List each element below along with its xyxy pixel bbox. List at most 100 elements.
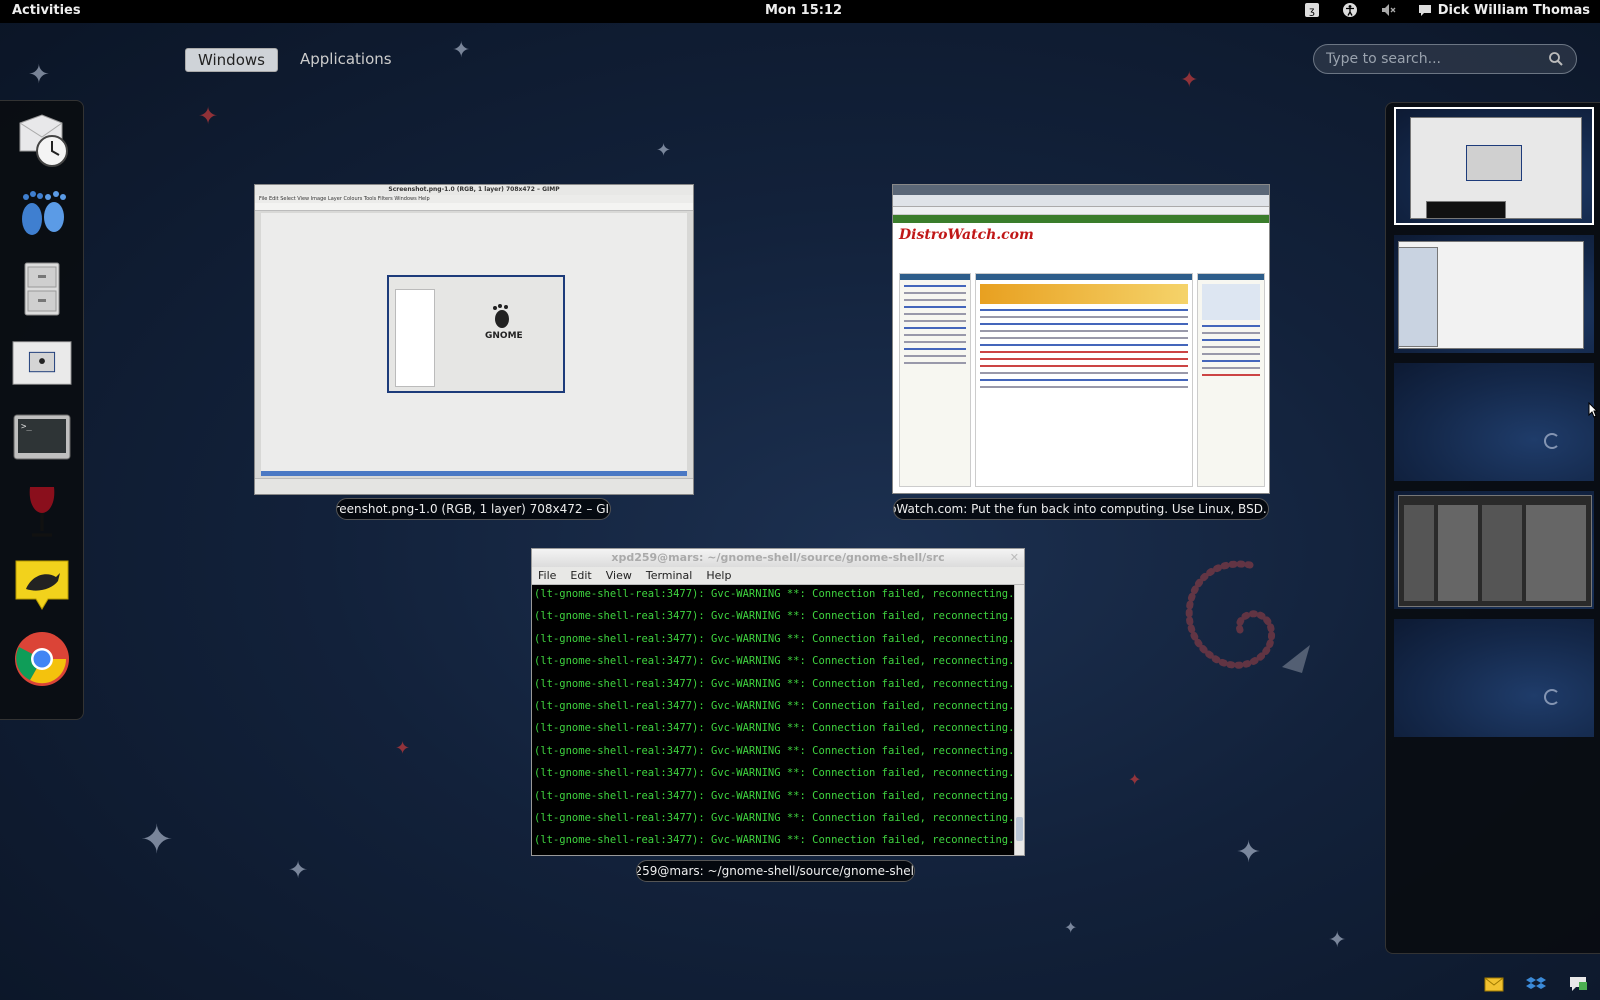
dash: >_ [0, 100, 84, 720]
terminal-menu-help[interactable]: Help [706, 569, 731, 582]
gimp-image-sidebar [395, 289, 435, 387]
gimp-menubar: File Edit Select View Image Layer Colour… [255, 195, 693, 203]
terminal-line: (lt-gnome-shell-real:3477): Gvc-WARNING … [534, 699, 1014, 712]
bird-twitter-icon [15, 560, 68, 610]
star-decoration: ✦ [452, 38, 471, 63]
clock[interactable]: Mon 15:12 [765, 3, 842, 18]
tab-windows[interactable]: Windows [185, 48, 278, 72]
distrowatch-left-column [899, 273, 971, 487]
workspace-5[interactable] [1394, 619, 1594, 737]
terminal-menubar: File Edit View Terminal Help [532, 567, 1024, 585]
distrowatch-right-column [1197, 273, 1265, 487]
star-decoration: ✦ [395, 738, 411, 759]
close-icon[interactable]: ✕ [1010, 549, 1019, 567]
browser-bookmarks-bar [893, 207, 1269, 215]
user-menu[interactable]: Dick William Thomas [1418, 3, 1590, 18]
star-decoration: ✦ [1128, 770, 1142, 789]
terminal-line: (lt-gnome-shell-real:3477): Gvc-WARNING … [534, 632, 1014, 645]
workspace-1[interactable] [1394, 107, 1594, 225]
view-selector: Windows Applications [185, 48, 404, 72]
star-decoration: ✦ [1236, 835, 1262, 870]
wine-launcher[interactable] [12, 481, 72, 541]
terminal-menu-terminal[interactable]: Terminal [646, 569, 693, 582]
terminal-scrollbar[interactable] [1014, 585, 1024, 855]
dropbox-icon[interactable] [1526, 974, 1546, 994]
empathy-launcher[interactable] [12, 185, 72, 245]
mouse-pointer-icon [1588, 402, 1598, 418]
gimp-window-thumb-icon [11, 341, 72, 385]
message-tray [1484, 974, 1588, 994]
svg-text:ʒ: ʒ [1309, 6, 1315, 17]
gimp-window-launcher[interactable] [11, 333, 72, 393]
files-launcher[interactable] [12, 259, 72, 319]
terminal-line: (lt-gnome-shell-real:3477): Gvc-WARNING … [534, 811, 1014, 824]
search-input[interactable] [1326, 51, 1548, 67]
chat-bubble-icon [1418, 5, 1431, 16]
window-thumbnail-gimp[interactable]: Screenshot.png-1.0 (RGB, 1 layer) 708x47… [254, 184, 694, 495]
terminal-title: xpd259@mars: ~/gnome-shell/source/gnome-… [611, 551, 945, 564]
window-thumbnail-distrowatch[interactable]: DistroWatch.com [892, 184, 1270, 494]
terminal-menu-file[interactable]: File [538, 569, 556, 582]
accessibility-icon[interactable] [1342, 2, 1358, 18]
gimp-scrollbar [261, 471, 687, 476]
keyboard-layout-icon[interactable]: ʒ [1304, 2, 1320, 18]
terminal-menu-view[interactable]: View [606, 569, 632, 582]
chrome-launcher[interactable] [12, 629, 72, 689]
debian-swirl-decoration [1185, 560, 1310, 673]
twitter-client-launcher[interactable] [12, 555, 72, 615]
workspace-2[interactable] [1394, 235, 1594, 353]
workspace-3[interactable] [1394, 363, 1594, 481]
terminal-line: (lt-gnome-shell-real:3477): Gvc-WARNING … [534, 655, 1014, 668]
window-caption-terminal[interactable]: xpd259@mars: ~/gnome-shell/source/gnome-… [636, 860, 915, 882]
file-cabinet-icon [24, 262, 59, 316]
system-tray: ʒ Dick William Thomas [1304, 2, 1590, 18]
volume-muted-icon[interactable] [1380, 2, 1396, 18]
distrowatch-brand: DistroWatch.com [899, 227, 1034, 243]
star-decoration: ✦ [1064, 918, 1078, 937]
terminal-line: (lt-gnome-shell-real:3477): Gvc-WARNING … [534, 767, 1014, 780]
gimp-ruler [255, 203, 693, 211]
terminal-icon: >_ [13, 414, 70, 460]
window-caption-distrowatch[interactable]: DistroWatch.com: Put the fun back into c… [893, 498, 1269, 520]
activities-button[interactable]: Activities [12, 3, 81, 18]
wine-glass-icon [29, 487, 54, 537]
terminal-menu-edit[interactable]: Edit [570, 569, 591, 582]
window-caption-gimp[interactable]: Screenshot.png-1.0 (RGB, 1 layer) 708x47… [336, 498, 611, 520]
distrowatch-main-column [975, 273, 1193, 487]
chat-notification-icon[interactable] [1568, 974, 1588, 994]
gimp-statusbar [255, 478, 693, 494]
workspace-4[interactable] [1394, 491, 1594, 609]
user-name: Dick William Thomas [1437, 2, 1590, 18]
workspace-switcher [1385, 102, 1600, 954]
terminal-line: (lt-gnome-shell-real:3477): Gvc-WARNING … [534, 588, 1014, 600]
gnome-foot-icon [493, 304, 509, 328]
gnome-label: GNOME [485, 331, 523, 341]
terminal-line: (lt-gnome-shell-real:3477): Gvc-WARNING … [534, 610, 1014, 623]
star-decoration: ✦ [1328, 928, 1347, 953]
star-decoration: ✦ [28, 60, 50, 90]
star-decoration: ✦ [140, 817, 174, 863]
terminal-output: (lt-gnome-shell-real:3477): Gvc-WARNING … [532, 585, 1014, 855]
empathy-footprints-icon [21, 191, 66, 235]
search-box[interactable] [1313, 44, 1577, 74]
gimp-canvas: GNOME [261, 213, 687, 476]
tab-applications[interactable]: Applications [288, 48, 404, 72]
window-thumbnail-terminal[interactable]: xpd259@mars: ~/gnome-shell/source/gnome-… [531, 548, 1025, 856]
terminal-launcher[interactable]: >_ [12, 407, 72, 467]
star-decoration: ✦ [1180, 68, 1199, 93]
terminal-line: (lt-gnome-shell-real:3477): Gvc-WARNING … [534, 834, 1014, 847]
top-bar: Activities Mon 15:12 ʒ Dick William Thom… [0, 0, 1600, 23]
browser-tab-strip [893, 185, 1269, 195]
star-decoration: ✦ [198, 102, 219, 130]
browser-address-bar [893, 195, 1269, 207]
search-icon[interactable] [1548, 51, 1564, 67]
evolution-clock-envelope-icon [19, 114, 68, 167]
gimp-titlebar: Screenshot.png-1.0 (RGB, 1 layer) 708x47… [255, 185, 693, 195]
terminal-line: (lt-gnome-shell-real:3477): Gvc-WARNING … [534, 677, 1014, 690]
evolution-launcher[interactable] [12, 111, 72, 171]
mail-notification-icon[interactable] [1484, 974, 1504, 994]
terminal-line: (lt-gnome-shell-real:3477): Gvc-WARNING … [534, 744, 1014, 757]
scrollbar-thumb[interactable] [1016, 817, 1023, 841]
chrome-icon [14, 632, 69, 686]
distrowatch-header: DistroWatch.com [893, 223, 1269, 253]
